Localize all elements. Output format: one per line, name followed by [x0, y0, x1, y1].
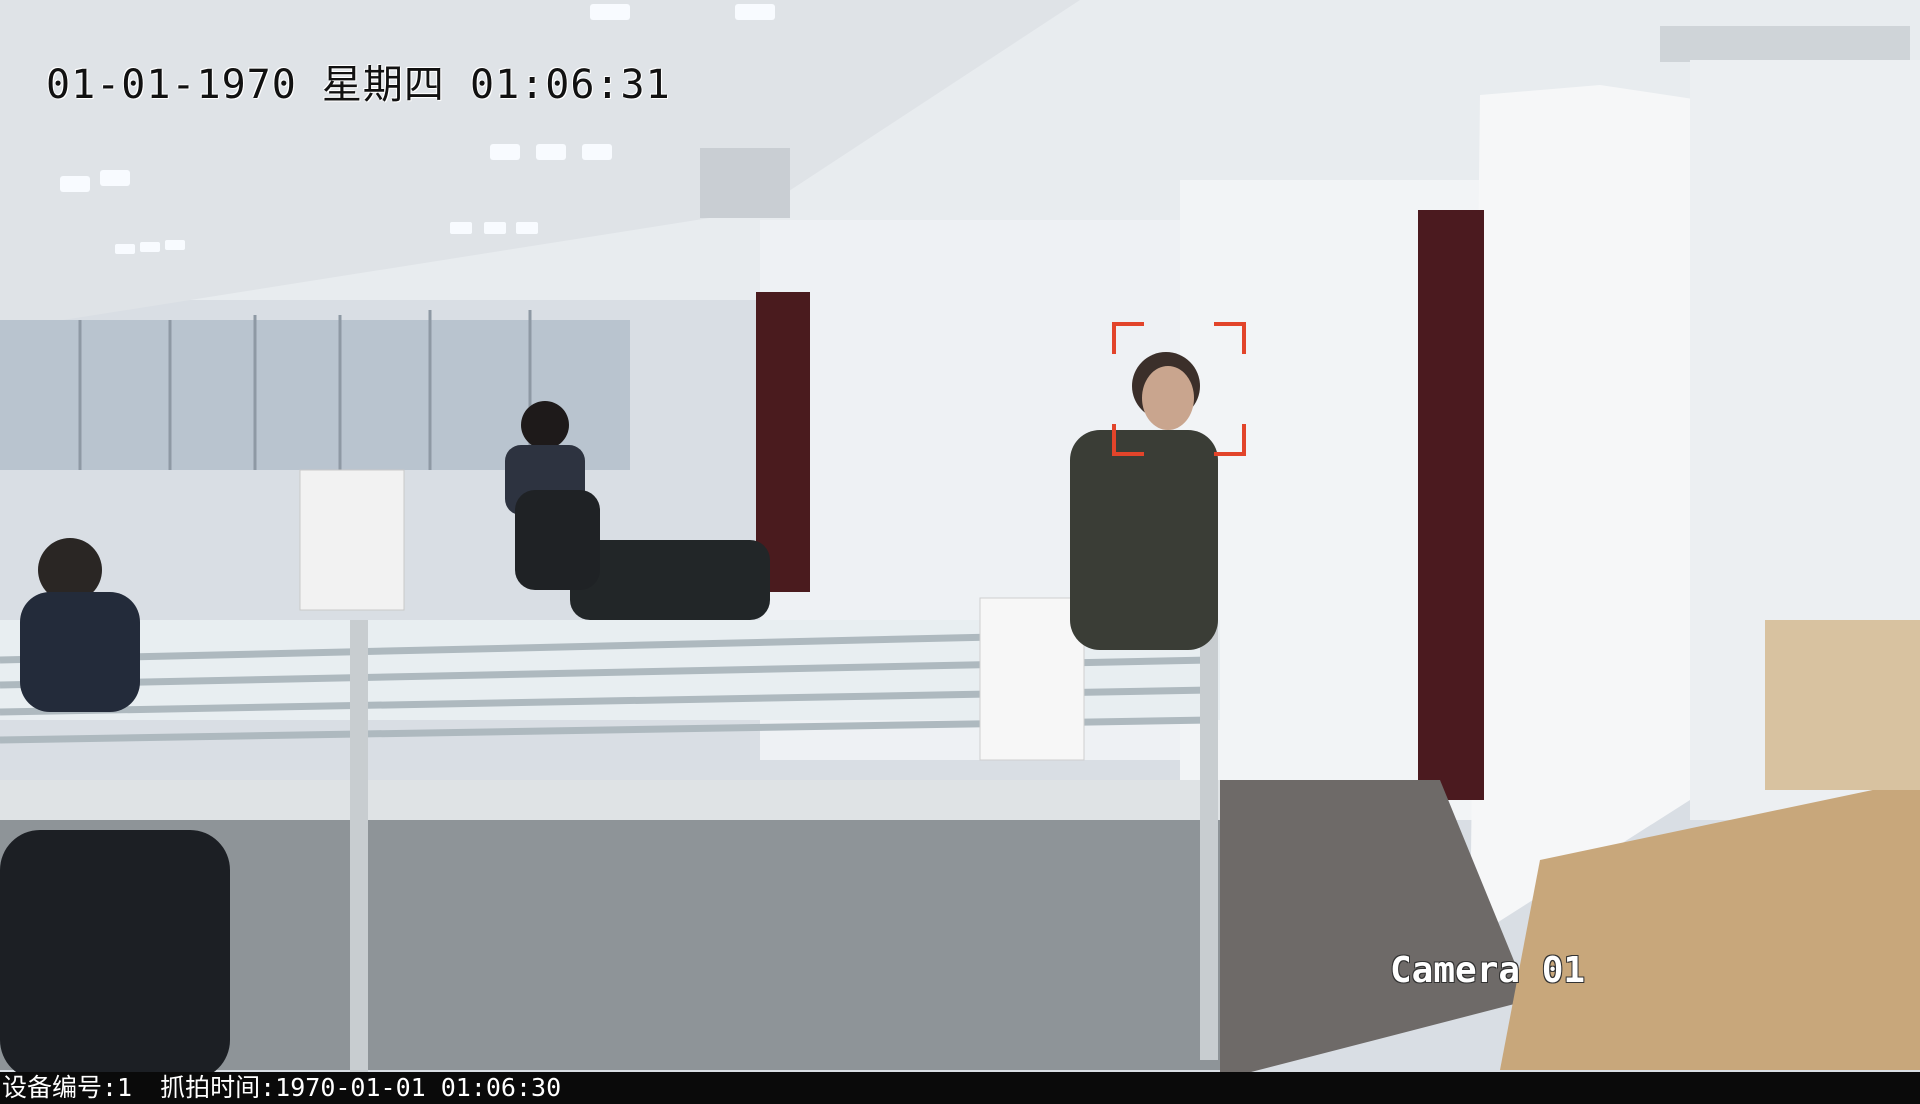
device-id: 设备编号:1 [2, 1073, 133, 1102]
seated-person-left [20, 538, 140, 712]
office-scene [0, 0, 1920, 1104]
desk-calendar [299, 469, 405, 611]
caption-bar: 设备编号:1 抓拍时间:1970-01-01 01:06:30 [0, 1072, 1920, 1104]
osd-timestamp: 01-01-1970 星期四 01:06:31 [46, 52, 671, 110]
face-box-corner [1112, 424, 1144, 456]
office-chair [515, 490, 600, 590]
air-vent [700, 148, 790, 218]
face-detection-box [1112, 322, 1246, 456]
face-box-corner [1112, 322, 1144, 354]
osd-date: 01-01-1970 [46, 62, 297, 108]
capture-time: 抓拍时间:1970-01-01 01:06:30 [160, 1073, 562, 1102]
osd-weekday: 星期四 [321, 62, 445, 108]
face-box-corner [1214, 322, 1246, 354]
camera-label: Camera 01 [1390, 950, 1586, 991]
notice-paper [979, 597, 1085, 761]
cardboard-box [1765, 620, 1920, 790]
door-right [1418, 210, 1484, 800]
seated-person-foreground [0, 830, 230, 1080]
air-vent [1660, 26, 1910, 62]
osd-time: 01:06:31 [470, 62, 671, 108]
face-box-corner [1214, 424, 1246, 456]
column [1470, 85, 1700, 940]
